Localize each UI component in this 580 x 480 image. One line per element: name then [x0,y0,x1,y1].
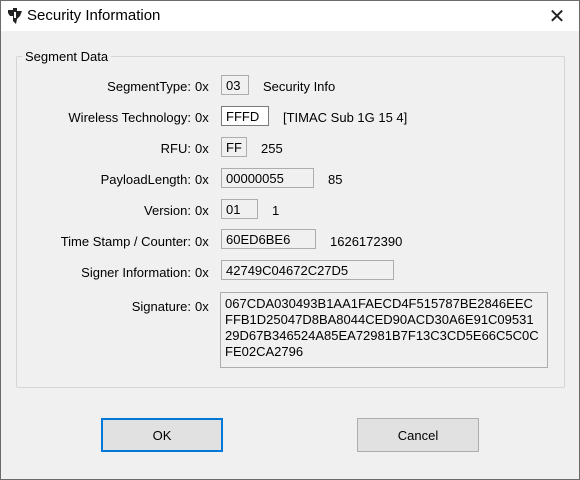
version-decoded: 1 [272,203,280,218]
segment-type-prefix: 0x [195,79,209,94]
version-label: Version: [144,203,191,218]
rfu-label: RFU: [160,141,191,156]
wireless-tech-decoded: [TIMAC Sub 1G 15 4] [283,110,408,125]
title-bar: Security Information ✕ [1,1,579,31]
segment-type-decoded: Security Info [263,79,336,94]
signature-prefix: 0x [195,299,209,314]
signer-field[interactable]: 42749C04672C27D5 [221,260,394,280]
window-title: Security Information [27,7,161,24]
signature-label: Signature: [131,299,191,314]
group-label: Segment Data [22,49,112,64]
signature-field[interactable]: 067CDA030493B1AA1FAECD4F515787BE2846EEC … [220,292,548,368]
signer-prefix: 0x [195,265,209,280]
segment-type-field[interactable]: 03 [221,75,249,95]
timestamp-prefix: 0x [195,234,209,249]
version-prefix: 0x [195,203,209,218]
signer-label: Signer Information: [81,265,191,280]
payload-length-prefix: 0x [195,172,209,187]
ok-button[interactable]: OK [101,418,223,452]
rfu-field[interactable]: FF [221,137,247,157]
security-information-dialog: Security Information ✕ Segment Data Segm… [0,0,580,480]
segment-type-label: SegmentType: [107,79,191,94]
payload-length-label: PayloadLength: [100,172,191,187]
timestamp-field[interactable]: 60ED6BE6 [221,229,316,249]
close-icon[interactable]: ✕ [545,4,569,28]
timestamp-label: Time Stamp / Counter: [60,234,191,249]
wireless-tech-field[interactable]: FFFD [221,106,269,126]
rfu-decoded: 255 [261,141,283,156]
timestamp-decoded: 1626172390 [330,234,403,249]
payload-length-field[interactable]: 00000055 [221,168,314,188]
wireless-tech-prefix: 0x [195,110,209,125]
payload-length-decoded: 85 [328,172,343,187]
ti-logo-icon [8,8,22,24]
version-field[interactable]: 01 [221,199,258,219]
rfu-prefix: 0x [195,141,209,156]
cancel-button[interactable]: Cancel [357,418,479,452]
wireless-tech-label: Wireless Technology: [68,110,191,125]
